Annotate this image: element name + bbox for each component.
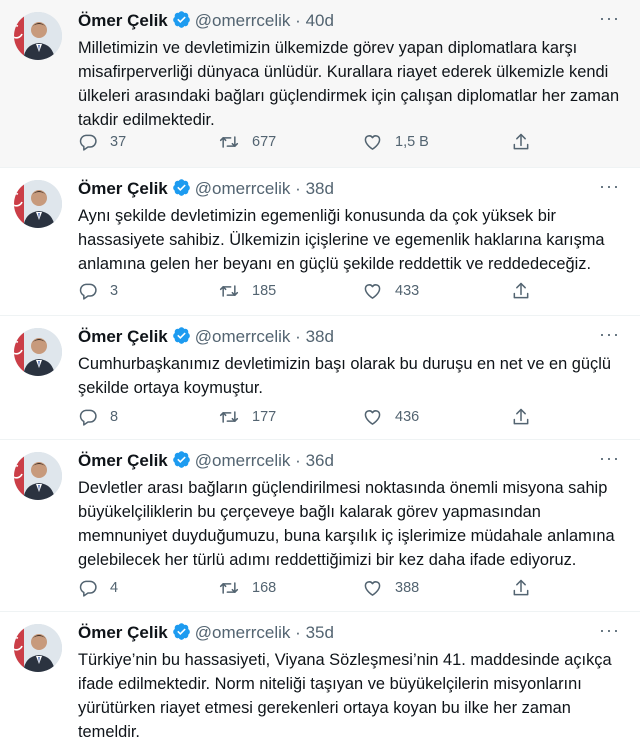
retweet-count: 185 (252, 283, 277, 299)
share-button[interactable] (511, 407, 531, 427)
like-button[interactable]: 1,5 B (362, 132, 429, 152)
author-handle[interactable]: @omerrcelik (195, 623, 291, 642)
tweet[interactable]: Ömer Çelik @omerrcelik · 38d ··· Aynı şek… (0, 168, 640, 316)
tweet-header: Ömer Çelik @omerrcelik · 36d (78, 450, 334, 474)
retweet-button[interactable]: 168 (218, 578, 276, 598)
tweet[interactable]: Ömer Çelik @omerrcelik · 35d ··· Türkiye’… (0, 612, 640, 741)
reply-count: 4 (110, 580, 119, 596)
author-name[interactable]: Ömer Çelik (78, 179, 168, 198)
retweet-icon (218, 132, 240, 152)
verified-badge-icon (172, 622, 191, 646)
tweet[interactable]: Ömer Çelik @omerrcelik · 38d ··· Cumhurba… (0, 316, 640, 440)
author-name[interactable]: Ömer Çelik (78, 623, 168, 642)
heart-icon (362, 407, 383, 427)
more-options-icon[interactable]: ··· (599, 449, 620, 467)
retweet-count: 177 (252, 409, 277, 425)
share-icon (511, 407, 531, 427)
reply-button[interactable]: 4 (78, 578, 118, 598)
timestamp[interactable]: 38d (306, 179, 334, 198)
retweet-button[interactable]: 177 (218, 407, 276, 427)
reply-icon (78, 407, 98, 427)
author-name[interactable]: Ömer Çelik (78, 11, 168, 30)
reply-count: 8 (110, 409, 119, 425)
author-handle[interactable]: @omerrcelik (195, 11, 291, 30)
like-button[interactable]: 388 (362, 578, 419, 598)
tweet-text: Milletimizin ve devletimizin ülkemizde g… (78, 39, 620, 129)
verified-badge-icon (172, 178, 191, 202)
like-button[interactable]: 433 (362, 281, 419, 301)
reply-icon (78, 132, 98, 152)
share-button[interactable] (511, 132, 531, 152)
separator: · (295, 623, 301, 642)
retweet-button[interactable]: 185 (218, 281, 276, 301)
separator: · (295, 327, 301, 346)
verified-badge-icon (172, 10, 191, 34)
tweet-header: Ömer Çelik @omerrcelik · 35d (78, 622, 334, 646)
avatar[interactable] (14, 624, 62, 672)
tweet-header: Ömer Çelik @omerrcelik · 38d (78, 178, 334, 202)
heart-icon (362, 132, 383, 152)
like-count: 433 (395, 283, 420, 299)
avatar[interactable] (14, 452, 62, 500)
reply-icon (78, 281, 98, 301)
retweet-icon (218, 407, 240, 427)
tweet-text: Cumhurbaşkanımız devletimizin başı olara… (78, 355, 611, 397)
tweet-header: Ömer Çelik @omerrcelik · 40d (78, 10, 334, 34)
separator: · (295, 451, 301, 470)
tweet-text: Devletler arası bağların güçlendirilmesi… (78, 479, 615, 569)
like-count: 436 (395, 409, 420, 425)
share-icon (511, 281, 531, 301)
share-button[interactable] (511, 578, 531, 598)
timestamp[interactable]: 40d (306, 11, 334, 30)
tweet-actions: 4 168 388 (78, 578, 538, 600)
tweet-text: Aynı şekilde devletimizin egemenliği kon… (78, 207, 605, 273)
heart-icon (362, 578, 383, 598)
retweet-icon (218, 281, 240, 301)
tweet-actions: 37 677 1,5 B (78, 132, 538, 154)
like-count: 1,5 B (395, 134, 429, 150)
like-button[interactable]: 436 (362, 407, 419, 427)
reply-button[interactable]: 37 (78, 132, 126, 152)
timestamp[interactable]: 38d (306, 327, 334, 346)
separator: · (295, 11, 301, 30)
retweet-icon (218, 578, 240, 598)
tweet-actions: 8 177 436 (78, 407, 538, 429)
more-options-icon[interactable]: ··· (599, 9, 620, 27)
timestamp[interactable]: 36d (306, 451, 334, 470)
more-options-icon[interactable]: ··· (599, 621, 620, 639)
heart-icon (362, 281, 383, 301)
separator: · (295, 179, 301, 198)
author-handle[interactable]: @omerrcelik (195, 327, 291, 346)
reply-count: 3 (110, 283, 119, 299)
tweet-actions: 3 185 433 (78, 281, 538, 303)
retweet-count: 168 (252, 580, 277, 596)
retweet-button[interactable]: 677 (218, 132, 276, 152)
reply-icon (78, 578, 98, 598)
tweet-header: Ömer Çelik @omerrcelik · 38d (78, 326, 334, 350)
avatar[interactable] (14, 180, 62, 228)
verified-badge-icon (172, 450, 191, 474)
avatar[interactable] (14, 328, 62, 376)
like-count: 388 (395, 580, 420, 596)
share-icon (511, 132, 531, 152)
author-handle[interactable]: @omerrcelik (195, 179, 291, 198)
reply-button[interactable]: 3 (78, 281, 118, 301)
timestamp[interactable]: 35d (306, 623, 334, 642)
more-options-icon[interactable]: ··· (599, 325, 620, 343)
tweet[interactable]: Ömer Çelik @omerrcelik · 36d ··· Devletle… (0, 440, 640, 612)
reply-button[interactable]: 8 (78, 407, 118, 427)
tweet-text: Türkiye’nin bu hassasiyeti, Viyana Sözle… (78, 651, 612, 741)
author-name[interactable]: Ömer Çelik (78, 451, 168, 470)
author-name[interactable]: Ömer Çelik (78, 327, 168, 346)
retweet-count: 677 (252, 134, 277, 150)
avatar[interactable] (14, 12, 62, 60)
share-icon (511, 578, 531, 598)
more-options-icon[interactable]: ··· (599, 177, 620, 195)
reply-count: 37 (110, 134, 127, 150)
tweet[interactable]: Ömer Çelik @omerrcelik · 40d ··· Milletim… (0, 0, 640, 168)
author-handle[interactable]: @omerrcelik (195, 451, 291, 470)
verified-badge-icon (172, 326, 191, 350)
share-button[interactable] (511, 281, 531, 301)
